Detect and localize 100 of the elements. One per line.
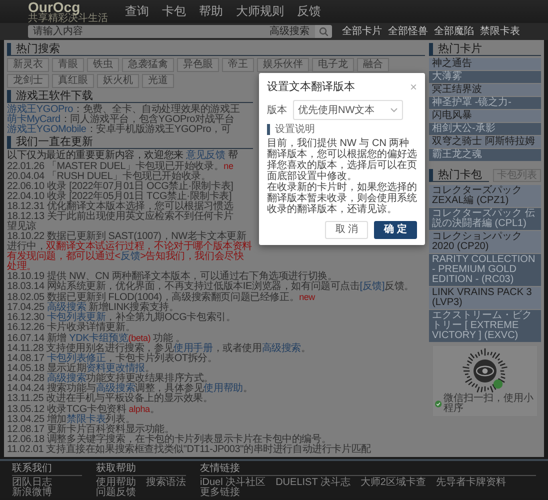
search-icon <box>318 26 328 36</box>
footer-link[interactable]: 使用帮助 <box>96 478 136 488</box>
confirm-button[interactable]: 确 定 <box>374 221 417 239</box>
pack-link[interactable]: エクストリーム・ビクトリー [ EXTREME VICTORY ] (EXVC) <box>429 310 541 342</box>
footer-link[interactable]: 搜索语法 <box>146 478 186 488</box>
update-entry: 18.02.05 数据已更新到 FLOD(1004)，高级搜索翻页问题已经修正。new <box>7 292 316 303</box>
search-tag[interactable]: 急袭猛禽 <box>122 58 174 72</box>
search-tag[interactable]: 电子龙 <box>312 58 354 72</box>
download-entry: 游戏王YGOPro：免费、全卡、自动处理效果的游戏王 <box>7 105 241 115</box>
footer-heading: 获取帮助 <box>96 463 186 476</box>
footer-link[interactable]: 问题反馈 <box>96 488 136 498</box>
card-link[interactable]: 霸王龙之魂 <box>429 149 541 161</box>
text-link[interactable]: 禁限卡表 <box>66 414 106 425</box>
search-tag[interactable]: 光道 <box>142 74 174 88</box>
footer-link[interactable]: 大师2区域卡查 <box>360 478 426 488</box>
text-link[interactable]: 反馈 <box>120 251 140 262</box>
update-entry: 14.05.18 显示近期资料更改情报。 <box>7 364 155 374</box>
intro-text: 以下仅为最近的重要更新内容，欢迎您来 意见反馈 帮 <box>7 151 239 161</box>
cancel-button[interactable]: 取 消 <box>325 221 368 239</box>
quick-link[interactable]: 禁限卡表 <box>480 24 520 38</box>
pack-link[interactable]: コレクターズパック 伝説の決闘者編 (CPL1) <box>429 208 541 230</box>
footer-heading: 友情链接 <box>200 463 536 476</box>
text-link[interactable]: 高级搜索 <box>46 373 86 384</box>
update-entry: 16.12.30 卡包列表更新，补全第九期OCG卡包索引。 <box>7 313 237 323</box>
pack-link[interactable]: コレクションパック 2020 (CP20) <box>429 231 541 253</box>
quick-link[interactable]: 全部卡片 <box>342 24 382 38</box>
nav-link[interactable]: 帮助 <box>199 3 223 20</box>
logo[interactable]: OurOcg <box>28 0 108 14</box>
search-tag[interactable]: 妖火机 <box>97 74 139 88</box>
footer-link[interactable]: 更多链接 <box>200 488 266 498</box>
footer-link[interactable]: DUELIST 决斗志 <box>276 478 350 488</box>
close-button[interactable]: × <box>410 80 417 92</box>
chevron-down-icon <box>390 107 398 113</box>
text-link[interactable]: 使用帮助 <box>204 383 243 394</box>
search-tag[interactable]: 娱乐伙伴 <box>257 58 309 72</box>
nav-link[interactable]: 查询 <box>125 3 149 20</box>
search-field[interactable]: 请输入内容 <box>28 24 265 38</box>
card-link[interactable]: 冥王结界波 <box>429 84 541 96</box>
update-entry: 13.11.25 改进在手机与平板设备上的显示效果。 <box>7 394 214 404</box>
update-entry: 13.04.25 增加禁限卡表列表。 <box>7 415 136 425</box>
card-link[interactable]: 闪电风暴 <box>429 110 541 122</box>
search-tag[interactable]: 融合 <box>357 58 389 72</box>
footer-link[interactable]: iDuel 决斗社区 <box>200 478 266 488</box>
card-link[interactable]: 双穹之骑士 阿斯特拉姆 <box>429 136 541 148</box>
card-link[interactable]: 大薄雾 <box>429 71 541 83</box>
nav-link[interactable]: 卡包 <box>162 3 186 20</box>
update-entry: 13.05.12 收录TCG卡包资料 alpha。 <box>7 404 161 415</box>
text-link[interactable]: 萌卡MyCard <box>7 114 60 125</box>
text-link[interactable]: 游戏王YGOMobile <box>7 124 86 135</box>
text-link[interactable]: 高级搜索 <box>262 343 301 354</box>
text-link[interactable]: 卡包列表更新 <box>46 312 106 323</box>
footer-link[interactable]: 团队日志 <box>12 478 52 488</box>
update-entry: 11.02.01 支持直接在如果搜索框查找类似"DT11-JP003"的串时进行自动进行卡片匹配 <box>7 445 372 455</box>
description-text: 目前，我们提供 NW 与 CN 两种翻译版本，您可以根据您的偏好选择您喜欢的版本，选择后可以在页面底部设置中修改。 <box>267 138 417 182</box>
text-link[interactable]: 意见反馈 <box>186 150 226 161</box>
update-entry: 16.12.26 卡片收录详情更新。 <box>7 323 136 333</box>
card-link[interactable]: 相剑大公-承影 <box>429 123 541 135</box>
search-tag[interactable]: 铁虫 <box>87 58 119 72</box>
text-link[interactable]: 资料更改情报 <box>86 363 145 374</box>
search-tag[interactable]: 异色眼 <box>177 58 219 72</box>
search-tag[interactable]: 新灵衣 <box>7 58 49 72</box>
update-entry: 14.04.28 高级搜索功能支持更改结果排序方式。 <box>7 374 214 384</box>
update-entry: 18.10.19 提供 NW、CN 两种翻译文本版本，可以通过右下角选项进行切换。 <box>7 272 338 282</box>
download-entry: 游戏王YGOMobile：安卓手机版游戏王YGOPro，可 <box>7 125 232 135</box>
search-tag[interactable]: 帝王 <box>222 58 254 72</box>
quick-link[interactable]: 全部怪兽 <box>388 24 428 38</box>
text-link[interactable]: YDK卡组预览 <box>69 333 128 344</box>
check-icon <box>435 400 442 408</box>
quick-link[interactable]: 全部魔陷 <box>434 24 474 38</box>
section-heading: 游戏王软件下载 <box>7 90 253 103</box>
footer-link[interactable]: 先导者卡牌资料 <box>436 478 506 488</box>
update-entry: 18.12.31 优化翻译文本版本选择，您可以根据习惯选 <box>7 202 234 212</box>
version-select[interactable]: 优先使用NW文本 <box>293 100 403 120</box>
search-tag[interactable]: 龙剑士 <box>7 74 49 88</box>
advanced-search-link[interactable]: 高级搜索 <box>264 24 315 38</box>
pack-link[interactable]: LINK VRAINS PACK 3 (LVP3) <box>429 287 541 309</box>
text-link[interactable]: 卡包列表修正 <box>46 353 106 364</box>
footer-link[interactable]: 新浪微博 <box>12 488 52 498</box>
nav-link[interactable]: 反馈 <box>297 3 321 20</box>
search-tag[interactable]: 真红眼 <box>52 74 94 88</box>
update-entry: 20.04.04 「RUSH DUEL」卡包现已开始收录。 <box>7 172 211 182</box>
card-link[interactable]: 神圣护罩 -镜之力- <box>429 97 541 109</box>
text-link[interactable]: 游戏王YGOPro <box>7 104 73 115</box>
update-entry: 望见谅 <box>7 222 38 232</box>
text-link[interactable]: [反馈] <box>360 281 385 292</box>
text-link[interactable]: 使用手册 <box>174 343 213 354</box>
card-link[interactable]: 神之通告 <box>429 58 541 70</box>
update-entry: 14.04.24 搜索功能与高级搜索调整，具体参见使用帮助。 <box>7 384 254 394</box>
footer-heading: 联系我们 <box>12 463 82 476</box>
update-entry: 22.01.26 「MASTER DUEL」卡包现已开始收录。ne <box>7 161 234 172</box>
search-button[interactable] <box>314 24 332 38</box>
search-tag[interactable]: 青眼 <box>52 58 84 72</box>
nav-link[interactable]: 大师规则 <box>236 3 284 20</box>
pack-link[interactable]: コレクターズパック ZEXAL編 (CPZ1) <box>429 185 541 207</box>
update-entry: 14.08.17 卡包列表修正，卡包卡片列表OT拆分。 <box>7 354 218 364</box>
text-link[interactable]: 高级搜索 <box>96 383 136 394</box>
update-entry: 12.06.18 调整多关键字搜索，在卡包的卡片列表显示卡片在卡包中的编号。 <box>7 435 332 445</box>
description-text: 在收录新的卡片时，如果您选择的翻译版本暂未收录，则会使用系统收录的翻译版本，还请见谅。 <box>267 182 417 215</box>
text-link[interactable]: 高级搜索 <box>46 302 86 313</box>
pack-link[interactable]: RARITY COLLECTION - PREMIUM GOLD EDITION - (RC03) <box>429 254 541 286</box>
